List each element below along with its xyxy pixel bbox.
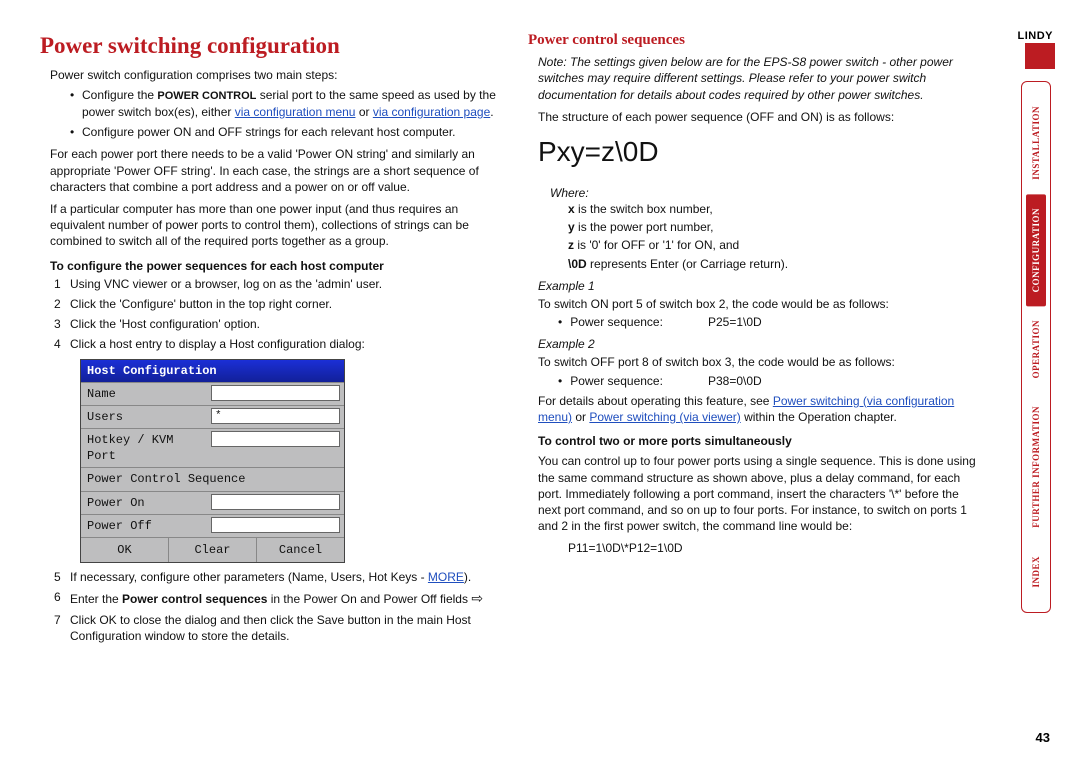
poweron-field[interactable] [211,494,340,510]
right-column: Power control sequences Note: The settin… [528,30,983,649]
sidebar: LINDY INSTALLATION CONFIGURATION OPERATI… [1011,30,1061,649]
host-configuration-dialog: Host Configuration Name Users* Hotkey / … [80,359,345,564]
nav-configuration[interactable]: CONFIGURATION [1026,194,1046,306]
nav-installation[interactable]: INSTALLATION [1026,92,1046,194]
example-2-seq: Power sequence:P38=0\0D [558,373,983,389]
step-2: 2Click the 'Configure' button in the top… [70,296,500,312]
example-1-seq: Power sequence:P25=1\0D [558,314,983,330]
dialog-label-name: Name [81,383,211,405]
where-label: Where: [550,185,983,201]
intro-text: Power switch configuration comprises two… [50,67,500,83]
where-x: x is the switch box number, [568,201,983,217]
step-1: 1Using VNC viewer or a browser, log on a… [70,276,500,292]
clear-button[interactable]: Clear [169,538,257,562]
link-config-menu[interactable]: via configuration menu [235,105,356,119]
logo: LINDY [1017,30,1055,73]
sidebar-nav: INSTALLATION CONFIGURATION OPERATION FUR… [1021,81,1051,613]
cancel-button[interactable]: Cancel [257,538,344,562]
paragraph-2: If a particular computer has more than o… [50,201,500,250]
nav-operation[interactable]: OPERATION [1026,306,1046,392]
users-field[interactable]: * [211,408,340,424]
page-title: Power switching configuration [40,30,500,61]
poweroff-field[interactable] [211,517,340,533]
link-ps-viewer[interactable]: Power switching (via viewer) [589,410,740,424]
nav-further-information[interactable]: FURTHER INFORMATION [1026,392,1046,542]
arrow-icon: ⇨ [471,590,483,606]
step-6: 6Enter the Power control sequences in th… [70,589,500,608]
step-5: 5If necessary, configure other parameter… [70,569,500,585]
formula: Pxy=z\0D [538,133,983,171]
link-config-page[interactable]: via configuration page [373,105,490,119]
example-2-label: Example 2 [538,336,983,352]
bullet-2: Configure power ON and OFF strings for e… [70,124,500,140]
example-1-text: To switch ON port 5 of switch box 2, the… [538,296,983,312]
hotkey-field[interactable] [211,431,340,447]
note-text: Note: The settings given below are for t… [538,54,983,103]
left-column: Power switching configuration Power swit… [40,30,500,649]
logo-icon [1025,43,1055,69]
subsection-title: Power control sequences [528,30,983,50]
example-2-text: To switch OFF port 8 of switch box 3, th… [538,354,983,370]
paragraph-1: For each power port there needs to be a … [50,146,500,195]
multi-port-heading: To control two or more ports simultaneou… [538,433,983,449]
bullet-1: Configure the POWER CONTROL serial port … [70,87,500,120]
page-number: 43 [1036,730,1050,745]
nav-index[interactable]: INDEX [1026,542,1046,602]
multi-port-code: P11=1\0D\*P12=1\0D [568,540,983,556]
steps-heading: To configure the power sequences for eac… [50,258,500,274]
step-7: 7Click OK to close the dialog and then c… [70,612,500,644]
dialog-title: Host Configuration [81,360,344,382]
dialog-label-poweroff: Power Off [81,515,211,537]
link-more[interactable]: MORE [428,570,464,584]
dialog-label-pcs: Power Control Sequence [81,468,344,490]
structure-text: The structure of each power sequence (OF… [538,109,983,125]
ok-button[interactable]: OK [81,538,169,562]
step-4: 4Click a host entry to display a Host co… [70,336,500,352]
dialog-label-users: Users [81,406,211,428]
where-0d: \0D represents Enter (or Carriage return… [568,256,983,272]
step-3: 3Click the 'Host configuration' option. [70,316,500,332]
where-y: y is the power port number, [568,219,983,235]
multi-port-text: You can control up to four power ports u… [538,453,983,534]
dialog-label-hotkey: Hotkey / KVM Port [81,429,211,467]
example-1-label: Example 1 [538,278,983,294]
where-z: z is '0' for OFF or '1' for ON, and [568,237,983,253]
name-field[interactable] [211,385,340,401]
details-text: For details about operating this feature… [538,393,983,425]
dialog-label-poweron: Power On [81,492,211,514]
